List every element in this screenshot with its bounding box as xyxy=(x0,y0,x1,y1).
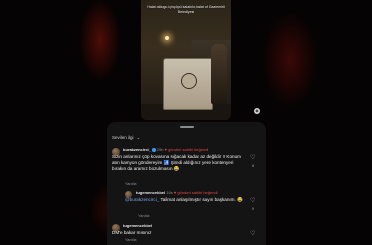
like-heart-icon[interactable]: ♡ xyxy=(250,155,255,161)
reply-button[interactable]: Yanıtla xyxy=(125,182,137,186)
comment-username[interactable]: burakzencirci_ xyxy=(123,147,151,152)
verified-badge-icon xyxy=(152,148,156,152)
like-count: 9 xyxy=(251,206,255,211)
comment-text-body: Talimat anlaşılmıştır sayın başkanım. 😂 xyxy=(159,197,243,202)
reply-button[interactable]: Yanıtla xyxy=(125,238,137,242)
video-dumpster xyxy=(163,58,213,110)
chevron-down-icon: ⌄ xyxy=(136,135,141,140)
dumpster-emblem-icon xyxy=(181,73,197,89)
comments-sort-dropdown[interactable]: Sevilen ilgi ⌄ xyxy=(112,135,140,140)
like-heart-icon[interactable]: ♡ xyxy=(250,231,255,237)
comment-text: DM'e bakar mısınız xyxy=(112,230,152,235)
comment-header: tugemencekbel 16s ♥ gönderi sahibi beğen… xyxy=(136,190,218,195)
comment-username[interactable]: tugemencekbel xyxy=(123,223,152,228)
comment-mention[interactable]: @burakzencirci_ xyxy=(125,197,159,202)
sound-toggle-icon[interactable]: ◉ xyxy=(254,108,260,114)
comment-header: burakzencirci_ 29h ♥ gönderi sahibi beğe… xyxy=(123,147,208,152)
reel-video[interactable]: Halat oldugu içinçöpü kalabılır,halat of… xyxy=(141,0,231,120)
like-count: 8 xyxy=(251,163,255,168)
sheet-grabber-handle[interactable] xyxy=(180,126,194,128)
comment-username[interactable]: tugemencekbel xyxy=(136,190,165,195)
comment-time: 16s xyxy=(166,190,173,195)
comments-sheet: Sevilen ilgi ⌄ burakzencirci_ 29h ♥ gönd… xyxy=(107,122,266,245)
comment-time: 29h xyxy=(156,147,164,152)
comment-text: Sizin anlarınız çöp kovasına sığacak kad… xyxy=(112,154,241,171)
video-street-lamp xyxy=(165,36,169,40)
video-caption: Halat oldugu içinçöpü kalabılır,halat of… xyxy=(147,5,225,14)
like-heart-icon[interactable]: ♡ xyxy=(250,198,255,204)
comment-text: @burakzencirci_ Talimat anlaşılmıştır sa… xyxy=(125,197,245,203)
creator-liked-badge: ♥ gönderi sahibi beğendi xyxy=(164,147,209,152)
sort-label: Sevilen ilgi xyxy=(112,135,134,140)
reply-button[interactable]: Yanıtla xyxy=(138,214,150,218)
comment-header: tugemencekbel xyxy=(123,223,152,228)
video-person xyxy=(211,44,227,104)
creator-liked-badge: ♥ gönderi sahibi beğendi xyxy=(173,190,218,195)
